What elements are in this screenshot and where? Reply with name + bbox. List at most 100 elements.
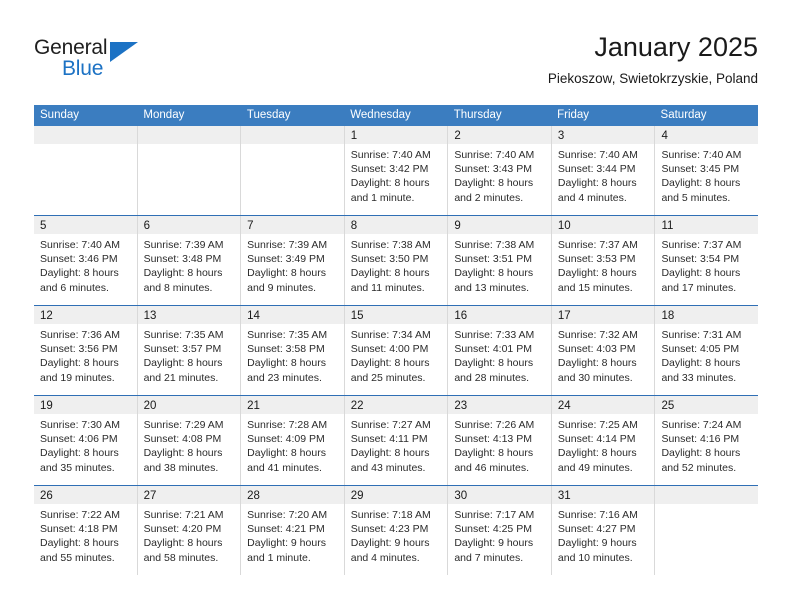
day-number-band: 3 [551,126,655,144]
day-number: 1 [350,130,358,142]
calendar-day-cell[interactable]: 2 Sunrise: 7:40 AM Sunset: 3:43 PM Daylight… [447,126,551,215]
calendar-day-cell[interactable]: 23 Sunrise: 7:26 AM Sunset: 4:13 PM Dayligh… [447,396,551,485]
day-details: Sunrise: 7:26 AM Sunset: 4:13 PM Daylight:… [448,414,551,475]
calendar-day-cell[interactable]: 28 Sunrise: 7:20 AM Sunset: 4:21 PM Dayligh… [240,486,344,575]
sunrise-text: Sunrise: 7:29 AM [143,419,224,431]
daylight-text-line1: Daylight: 8 hours [661,447,741,460]
calendar-day-cell[interactable]: 8 Sunrise: 7:38 AM Sunset: 3:50 PM Daylight… [343,216,448,305]
calendar-day-cell[interactable]: 5 Sunrise: 7:40 AM Sunset: 3:46 PM Daylight… [34,216,137,305]
calendar-day-cell[interactable]: 24 Sunrise: 7:25 AM Sunset: 4:14 PM Dayligh… [550,396,655,485]
sunset-text: Sunset: 4:09 PM [247,433,325,446]
day-details: Sunrise: 7:29 AM Sunset: 4:08 PM Daylight:… [138,414,241,475]
sunrise-text: Sunrise: 7:17 AM [454,509,535,521]
day-number: 4 [661,130,668,142]
calendar-day-cell[interactable]: 19 Sunrise: 7:30 AM Sunset: 4:06 PM Dayligh… [34,396,137,485]
calendar-weeks: 1 Sunrise: 7:40 AM Sunset: 3:42 PM Daylight… [34,126,759,575]
day-details: Sunrise: 7:38 AM Sunset: 3:50 PM Daylight:… [345,234,448,295]
sunset-text: Sunset: 4:18 PM [40,523,118,536]
calendar-day-cell[interactable]: 25 Sunrise: 7:24 AM Sunset: 4:16 PM Dayligh… [654,396,759,485]
calendar-day-cell[interactable]: 27 Sunrise: 7:21 AM Sunset: 4:20 PM Dayligh… [136,486,241,575]
weekday-header-wednesday: Wednesday [350,109,411,121]
calendar-day-cell[interactable]: 20 Sunrise: 7:29 AM Sunset: 4:08 PM Dayligh… [136,396,241,485]
day-number-band: 7 [241,216,344,234]
day-number: 21 [247,400,260,412]
calendar-day-cell[interactable]: 22 Sunrise: 7:27 AM Sunset: 4:11 PM Dayligh… [343,396,448,485]
daylight-text-line1: Daylight: 8 hours [40,357,119,370]
day-details: Sunrise: 7:28 AM Sunset: 4:09 PM Daylight:… [241,414,344,475]
sunrise-text: Sunrise: 7:40 AM [557,149,638,161]
day-number-band: 15 [344,306,448,324]
calendar-day-cell[interactable]: 18 Sunrise: 7:31 AM Sunset: 4:05 PM Dayligh… [654,306,759,395]
daylight-text-line2: and 23 minutes. [247,371,322,384]
daylight-text-line2: and 15 minutes. [557,281,633,294]
daylight-text-line2: and 19 minutes. [40,371,115,384]
sunset-text: Sunset: 3:44 PM [557,163,636,176]
day-number: 2 [454,130,461,142]
day-details: Sunrise: 7:24 AM Sunset: 4:16 PM Daylight:… [655,414,758,475]
day-details: Sunrise: 7:16 AM Sunset: 4:27 PM Daylight:… [552,504,655,565]
day-details: Sunrise: 7:39 AM Sunset: 3:49 PM Daylight:… [241,234,344,295]
calendar-day-cell[interactable]: 1 Sunrise: 7:40 AM Sunset: 3:42 PM Daylight… [343,126,448,215]
daylight-text-line1: Daylight: 8 hours [143,357,223,370]
calendar-day-cell[interactable]: 17 Sunrise: 7:32 AM Sunset: 4:03 PM Dayligh… [550,306,655,395]
day-number-band: 13 [137,306,241,324]
calendar-day-cell[interactable]: 10 Sunrise: 7:37 AM Sunset: 3:53 PM Dayligh… [550,216,655,305]
calendar-day-cell[interactable]: 29 Sunrise: 7:18 AM Sunset: 4:23 PM Dayligh… [343,486,448,575]
day-number-band: 12 [34,306,137,324]
calendar-day-cell[interactable]: 15 Sunrise: 7:34 AM Sunset: 4:00 PM Dayligh… [343,306,448,395]
calendar-day-cell[interactable]: 21 Sunrise: 7:28 AM Sunset: 4:09 PM Dayligh… [240,396,344,485]
sunset-text: Sunset: 3:56 PM [40,343,118,356]
calendar-day-cell[interactable]: 9 Sunrise: 7:38 AM Sunset: 3:51 PM Daylight… [447,216,551,305]
sunset-text: Sunset: 3:45 PM [661,163,740,176]
day-number-band [137,126,241,144]
daylight-text-line1: Daylight: 8 hours [557,177,637,190]
calendar-day-cell[interactable]: 26 Sunrise: 7:22 AM Sunset: 4:18 PM Dayligh… [34,486,137,575]
daylight-text-line2: and 46 minutes. [454,461,530,474]
calendar-day-cell[interactable]: 30 Sunrise: 7:17 AM Sunset: 4:25 PM Dayligh… [447,486,551,575]
daylight-text-line1: Daylight: 8 hours [143,267,223,280]
day-number-band: 10 [551,216,655,234]
day-number: 7 [247,220,254,232]
calendar-day-cell[interactable]: 4 Sunrise: 7:40 AM Sunset: 3:45 PM Daylight… [654,126,759,215]
sunset-text: Sunset: 3:46 PM [40,253,118,266]
calendar-day-cell[interactable]: 31 Sunrise: 7:16 AM Sunset: 4:27 PM Dayligh… [550,486,655,575]
sunrise-text: Sunrise: 7:18 AM [350,509,431,521]
day-details: Sunrise: 7:31 AM Sunset: 4:05 PM Daylight:… [655,324,758,385]
calendar-day-cell-empty [34,126,137,215]
calendar-day-cell[interactable]: 12 Sunrise: 7:36 AM Sunset: 3:56 PM Dayligh… [34,306,137,395]
calendar-day-cell[interactable]: 7 Sunrise: 7:39 AM Sunset: 3:49 PM Daylight… [240,216,344,305]
sunset-text: Sunset: 4:14 PM [557,433,636,446]
sunset-text: Sunset: 4:25 PM [454,523,532,536]
daylight-text-line2: and 13 minutes. [454,281,530,294]
daylight-text-line1: Daylight: 8 hours [350,447,430,460]
calendar-day-cell[interactable]: 6 Sunrise: 7:39 AM Sunset: 3:48 PM Daylight… [136,216,241,305]
sunrise-text: Sunrise: 7:24 AM [661,419,742,431]
sunset-text: Sunset: 3:53 PM [557,253,636,266]
sunrise-text: Sunrise: 7:27 AM [350,419,431,431]
weekday-header-sunday: Sunday [40,109,80,121]
daylight-text-line1: Daylight: 8 hours [557,357,637,370]
calendar-day-cell[interactable]: 13 Sunrise: 7:35 AM Sunset: 3:57 PM Dayligh… [136,306,241,395]
calendar-day-cell[interactable]: 14 Sunrise: 7:35 AM Sunset: 3:58 PM Dayligh… [240,306,344,395]
day-number-band: 21 [241,396,344,414]
calendar-day-cell[interactable]: 11 Sunrise: 7:37 AM Sunset: 3:54 PM Dayligh… [654,216,759,305]
calendar-day-cell[interactable]: 3 Sunrise: 7:40 AM Sunset: 3:44 PM Daylight… [550,126,655,215]
day-number-band: 9 [448,216,551,234]
calendar-day-cell[interactable]: 16 Sunrise: 7:33 AM Sunset: 4:01 PM Dayligh… [447,306,551,395]
day-number: 8 [350,220,358,232]
daylight-text-line2: and 1 minute. [247,551,311,564]
sunrise-text: Sunrise: 7:16 AM [557,509,638,521]
sunrise-text: Sunrise: 7:25 AM [557,419,638,431]
day-details: Sunrise: 7:40 AM Sunset: 3:43 PM Daylight:… [448,144,551,205]
sunset-text: Sunset: 4:01 PM [454,343,532,356]
daylight-text-line2: and 5 minutes. [661,191,731,204]
daylight-text-line2: and 21 minutes. [143,371,219,384]
day-details: Sunrise: 7:32 AM Sunset: 4:03 PM Daylight:… [552,324,655,385]
day-details [34,144,137,148]
sunset-text: Sunset: 4:23 PM [350,523,429,536]
sunrise-text: Sunrise: 7:28 AM [247,419,328,431]
daylight-text-line2: and 28 minutes. [454,371,530,384]
sunrise-text: Sunrise: 7:26 AM [454,419,535,431]
daylight-text-line2: and 55 minutes. [40,551,115,564]
day-details: Sunrise: 7:40 AM Sunset: 3:45 PM Daylight:… [655,144,758,205]
